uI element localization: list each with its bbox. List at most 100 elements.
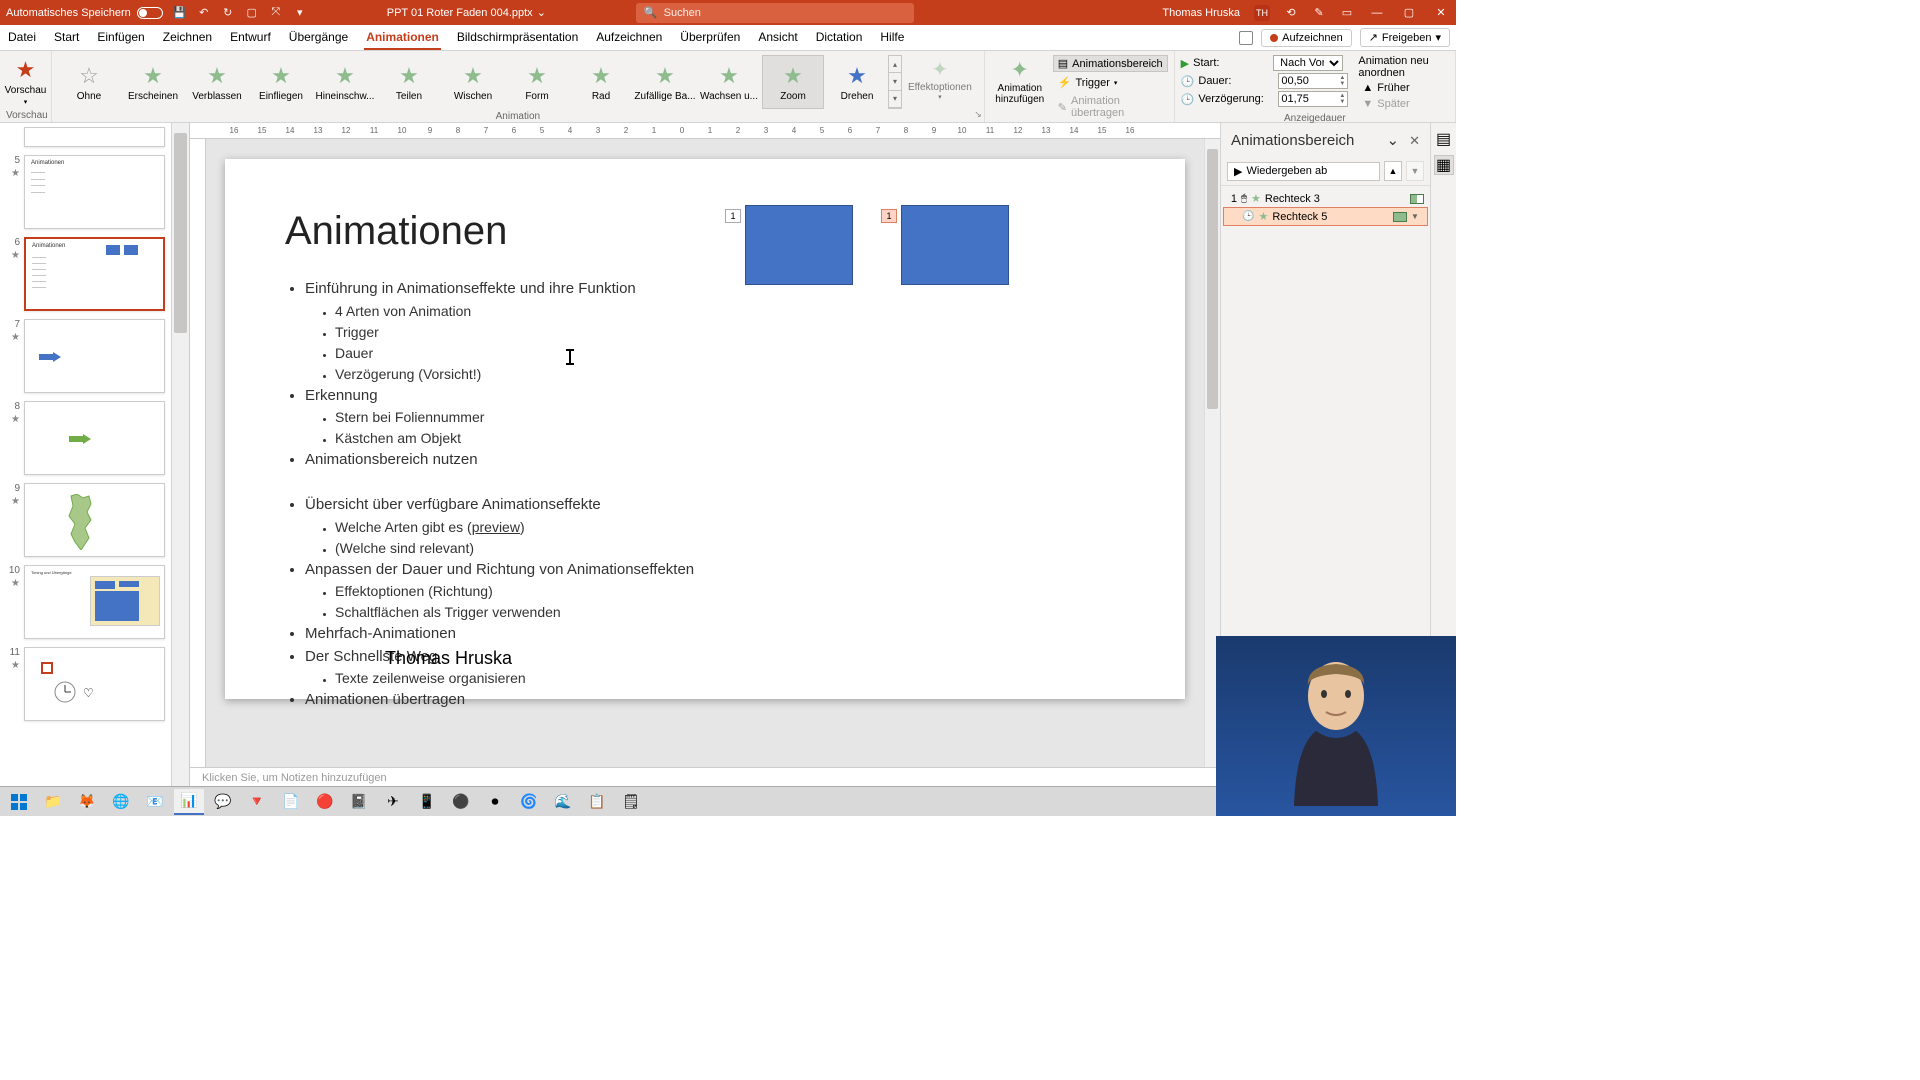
slide-thumb-8[interactable] xyxy=(24,401,165,475)
start-select[interactable]: Nach Vorher... xyxy=(1273,55,1343,71)
edge-icon[interactable]: 🌊 xyxy=(548,789,578,815)
slideshow-icon[interactable]: ▢ xyxy=(245,6,259,20)
app5-icon[interactable]: ⏺ xyxy=(480,789,510,815)
chrome-icon[interactable]: 🌐 xyxy=(106,789,136,815)
rectangle-3[interactable] xyxy=(745,205,853,285)
app8-icon[interactable]: 🗒 xyxy=(616,789,646,815)
slide-author[interactable]: Thomas Hruska xyxy=(385,648,512,669)
sub-bullet-item[interactable]: Effektoptionen (Richtung) xyxy=(335,581,1125,602)
outlook-icon[interactable]: 📧 xyxy=(140,789,170,815)
move-down-button[interactable]: ▼ xyxy=(1406,161,1424,181)
gallery-item-4[interactable]: ★Hineinschw... xyxy=(314,55,376,109)
ribbon-mode-icon[interactable]: ▭ xyxy=(1340,6,1354,20)
bullet-item[interactable]: Anpassen der Dauer und Richtung von Anim… xyxy=(305,559,1125,624)
undo-icon[interactable]: ↶ xyxy=(197,6,211,20)
obs-icon[interactable]: ⚫ xyxy=(446,789,476,815)
bullet-item[interactable]: Animationsbereich nutzen xyxy=(305,449,1125,472)
start-button[interactable] xyxy=(4,789,34,815)
qat-dropdown-icon[interactable]: ▾ xyxy=(293,6,307,20)
gallery-item-6[interactable]: ★Wischen xyxy=(442,55,504,109)
bullet-item[interactable]: Einführung in Animationseffekte und ihre… xyxy=(305,278,1125,385)
gallery-item-5[interactable]: ★Teilen xyxy=(378,55,440,109)
thumbs-scrollbar[interactable] xyxy=(172,123,190,791)
touch-mode-icon[interactable]: ⤧ xyxy=(269,6,283,20)
minimize-icon[interactable]: — xyxy=(1368,4,1386,22)
tab-bildschirmpräsentation[interactable]: Bildschirmpräsentation xyxy=(455,26,580,50)
slide-thumb-7[interactable] xyxy=(24,319,165,393)
app4-icon[interactable]: 📱 xyxy=(412,789,442,815)
sub-bullet-item[interactable]: Stern bei Foliennummer xyxy=(335,407,1125,428)
filename[interactable]: PPT 01 Roter Faden 004.pptx ⌄ xyxy=(387,6,546,19)
app6-icon[interactable]: 🌀 xyxy=(514,789,544,815)
gallery-item-11[interactable]: ★Zoom xyxy=(762,55,824,109)
powerpoint-icon[interactable]: 📊 xyxy=(174,789,204,815)
preview-button[interactable]: ★ Vorschau ▾ xyxy=(6,55,45,108)
rectangle-5[interactable] xyxy=(901,205,1009,285)
user-name[interactable]: Thomas Hruska xyxy=(1162,7,1240,19)
bullet-item[interactable]: Animationen übertragen xyxy=(305,689,1125,712)
slide-thumb-9[interactable] xyxy=(24,483,165,557)
gallery-item-8[interactable]: ★Rad xyxy=(570,55,632,109)
gallery-item-9[interactable]: ★Zufällige Ba... xyxy=(634,55,696,109)
slide-thumb-5[interactable]: Animationen──────────────── xyxy=(24,155,165,229)
add-animation-button[interactable]: ✦ Animation hinzufügen xyxy=(991,55,1049,121)
bullet-item[interactable]: Mehrfach-Animationen xyxy=(305,623,1125,646)
gallery-item-12[interactable]: ★Drehen xyxy=(826,55,888,109)
tab-entwurf[interactable]: Entwurf xyxy=(228,26,273,50)
item-dropdown-icon[interactable]: ▼ xyxy=(1411,212,1423,221)
rail-btn-1[interactable]: ▤ xyxy=(1434,129,1454,149)
tab-hilfe[interactable]: Hilfe xyxy=(878,26,906,50)
play-from-button[interactable]: ▶ Wiedergeben ab xyxy=(1227,162,1380,181)
bullet-item[interactable]: Übersicht über verfügbare Animationseffe… xyxy=(305,494,1125,559)
sub-bullet-item[interactable]: Kästchen am Objekt xyxy=(335,428,1125,449)
tab-einfügen[interactable]: Einfügen xyxy=(95,26,146,50)
tab-dictation[interactable]: Dictation xyxy=(814,26,865,50)
sub-bullet-item[interactable]: Texte zeilenweise organisieren xyxy=(335,668,1125,689)
bullet-item[interactable]: ErkennungStern bei FoliennummerKästchen … xyxy=(305,385,1125,450)
tab-ansicht[interactable]: Ansicht xyxy=(756,26,799,50)
firefox-icon[interactable]: 🦊 xyxy=(72,789,102,815)
gallery-item-2[interactable]: ★Verblassen xyxy=(186,55,248,109)
rail-btn-2[interactable]: ▦ xyxy=(1434,155,1454,175)
sub-bullet-item[interactable]: Verzögerung (Vorsicht!) xyxy=(335,364,1125,385)
app3-icon[interactable]: 🔴 xyxy=(310,789,340,815)
gallery-item-7[interactable]: ★Form xyxy=(506,55,568,109)
app-icon[interactable]: 💬 xyxy=(208,789,238,815)
maximize-icon[interactable]: ▢ xyxy=(1400,4,1418,22)
sync-icon[interactable]: ⟲ xyxy=(1284,6,1298,20)
share-button[interactable]: ↗ Freigeben ▾ xyxy=(1360,28,1450,47)
slide-thumb-10[interactable]: Timing und Übergänge xyxy=(24,565,165,639)
onenote-icon[interactable]: 📓 xyxy=(344,789,374,815)
app7-icon[interactable]: 📋 xyxy=(582,789,612,815)
draw-icon[interactable]: ✎ xyxy=(1312,6,1326,20)
search-input[interactable] xyxy=(664,7,906,19)
trigger-button[interactable]: ⚡ Trigger ▾ xyxy=(1053,74,1168,91)
duration-spinner[interactable]: 00,50▲▼ xyxy=(1278,73,1348,89)
gallery-item-10[interactable]: ★Wachsen u... xyxy=(698,55,760,109)
move-up-button[interactable]: ▲ xyxy=(1384,161,1402,181)
tab-aufzeichnen[interactable]: Aufzeichnen xyxy=(594,26,664,50)
vlc-icon[interactable]: 🔻 xyxy=(242,789,272,815)
search-box[interactable]: 🔍 xyxy=(636,3,914,23)
redo-icon[interactable]: ↻ xyxy=(221,6,235,20)
sub-bullet-item[interactable]: (Welche sind relevant) xyxy=(335,538,1125,559)
slide-thumb-6[interactable]: Animationen──────────────────────── xyxy=(24,237,165,311)
slide-thumb-partial[interactable] xyxy=(24,127,165,147)
sub-bullet-item[interactable]: Dauer xyxy=(335,343,1125,364)
user-avatar[interactable]: TH xyxy=(1254,5,1270,21)
close-icon[interactable]: ✕ xyxy=(1432,4,1450,22)
sub-bullet-item[interactable]: Trigger xyxy=(335,322,1125,343)
autosave-toggle[interactable]: Automatisches Speichern xyxy=(6,7,163,19)
tab-start[interactable]: Start xyxy=(52,26,81,50)
gallery-scroll[interactable]: ▴▾▾ xyxy=(888,55,902,109)
tab-übergänge[interactable]: Übergänge xyxy=(287,26,350,50)
pane-dropdown-icon[interactable]: ⌄ xyxy=(1387,132,1400,149)
animation-tag-2[interactable]: 1 xyxy=(881,209,897,223)
slide-thumb-11[interactable]: ♡ xyxy=(24,647,165,721)
anim-list-item[interactable]: 1🖱★Rechteck 3 xyxy=(1223,190,1428,207)
move-earlier-button[interactable]: ▲Früher xyxy=(1358,81,1449,95)
tab-zeichnen[interactable]: Zeichnen xyxy=(161,26,214,50)
delay-spinner[interactable]: 01,75▲▼ xyxy=(1278,91,1348,107)
pane-close-icon[interactable]: ✕ xyxy=(1409,133,1420,148)
animation-pane-button[interactable]: ▤ Animationsbereich xyxy=(1053,55,1168,72)
